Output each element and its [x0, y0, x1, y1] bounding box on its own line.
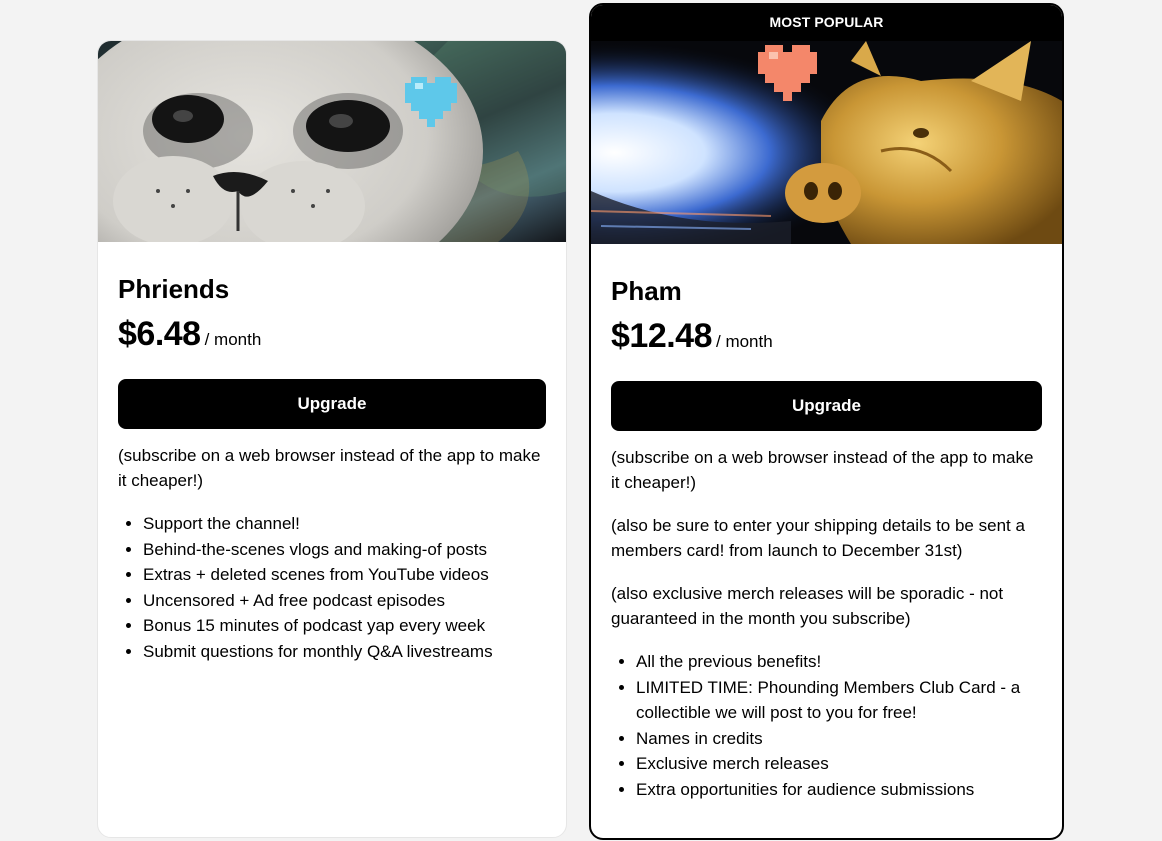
tier-price: $12.48	[611, 317, 713, 355]
benefit-item: Behind-the-scenes vlogs and making-of po…	[143, 537, 546, 563]
benefit-item: Extra opportunities for audience submiss…	[636, 777, 1042, 803]
benefits-list: Support the channel! Behind-the-scenes v…	[118, 511, 546, 664]
tier-card-pham: MOST POPULAR Pham $12.48 / month Upgrade…	[589, 3, 1064, 840]
tier-name: Phriends	[118, 274, 230, 304]
benefit-item: Exclusive merch releases	[636, 751, 1042, 777]
most-popular-badge: MOST POPULAR	[591, 5, 1062, 41]
benefit-item: Support the channel!	[143, 511, 546, 537]
tier-note: (subscribe on a web browser instead of t…	[118, 446, 541, 490]
upgrade-button-phriends[interactable]: Upgrade	[118, 379, 546, 429]
tier-price: $6.48	[118, 315, 201, 353]
tier-image-seal	[98, 41, 566, 242]
price-period: / month	[716, 332, 773, 351]
benefit-item: Submit questions for monthly Q&A livestr…	[143, 639, 546, 665]
tier-note: (also be sure to enter your shipping det…	[611, 516, 1025, 560]
benefit-item: LIMITED TIME: Phounding Members Club Car…	[636, 675, 1042, 726]
benefit-item: Uncensored + Ad free podcast episodes	[143, 588, 546, 614]
price-row: $12.48/ month	[611, 316, 1042, 363]
benefit-item: Names in credits	[636, 726, 1042, 752]
upgrade-button-pham[interactable]: Upgrade	[611, 381, 1042, 431]
tier-card-phriends: Phriends $6.48/ month Upgrade (subscribe…	[97, 40, 567, 838]
benefits-list: All the previous benefits! LIMITED TIME:…	[611, 649, 1042, 802]
tier-note: (also exclusive merch releases will be s…	[611, 584, 1004, 628]
price-row: $6.48/ month	[118, 314, 546, 361]
price-period: / month	[204, 330, 262, 349]
benefit-item: Bonus 15 minutes of podcast yap every we…	[143, 613, 546, 639]
tier-note: (subscribe on a web browser instead of t…	[611, 448, 1034, 492]
benefit-item: Extras + deleted scenes from YouTube vid…	[143, 562, 546, 588]
benefit-item: All the previous benefits!	[636, 649, 1042, 675]
tier-image-pig	[591, 41, 1062, 244]
tier-name: Pham	[611, 276, 682, 306]
